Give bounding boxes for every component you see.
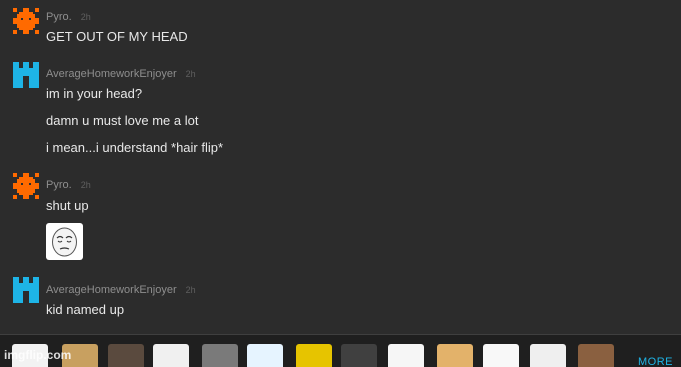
doge-meme-thumb[interactable] (437, 344, 473, 367)
crying-face-meme-thumb[interactable] (247, 344, 283, 367)
timestamp: 2h (185, 285, 196, 295)
timestamp: 2h (80, 12, 91, 22)
cyan-pixel-castle-icon[interactable] (13, 62, 39, 88)
message-text: i mean...i understand *hair flip* (46, 140, 224, 155)
rage-face-meme-thumb[interactable] (530, 344, 566, 367)
username-text[interactable]: AverageHomeworkEnjoyer (46, 68, 177, 80)
chat-area: Pyro. 2h GET OUT OF MY HEAD AverageHomewo… (0, 0, 681, 334)
username[interactable]: Pyro. 2h (46, 179, 91, 191)
message-text: GET OUT OF MY HEAD (46, 29, 188, 44)
timestamp: 2h (80, 180, 91, 190)
username-text[interactable]: AverageHomeworkEnjoyer (46, 284, 177, 296)
message-text: damn u must love me a lot (46, 113, 199, 128)
username[interactable]: AverageHomeworkEnjoyer 2h (46, 68, 196, 80)
rage-face-meme-thumb[interactable] (388, 344, 424, 367)
orange-pixel-sun-icon[interactable] (13, 173, 39, 199)
yellow-meme-thumb[interactable] (296, 344, 332, 367)
message-text: im in your head? (46, 86, 143, 101)
cyan-pixel-castle-icon[interactable] (13, 277, 39, 303)
username-text[interactable]: Pyro. (46, 179, 72, 191)
imgflip-watermark: imgflip.com (4, 348, 72, 362)
more-link[interactable]: MORE (638, 356, 673, 367)
message-text: shut up (46, 198, 89, 213)
username[interactable]: Pyro. 2h (46, 11, 91, 23)
message-text: kid named up (46, 302, 125, 317)
rage-face-meme-thumb[interactable] (153, 344, 189, 367)
username[interactable]: AverageHomeworkEnjoyer 2h (46, 284, 196, 296)
rage-face-meme-thumb[interactable] (483, 344, 519, 367)
username-text[interactable]: Pyro. (46, 11, 72, 23)
meme-picker-bar: MORE (0, 334, 681, 367)
orange-pixel-sun-icon[interactable] (13, 8, 39, 34)
sunglasses-meme-thumb[interactable] (341, 344, 377, 367)
timestamp: 2h (185, 69, 196, 79)
gray-meme-thumb[interactable] (202, 344, 238, 367)
man-meme-thumb[interactable] (578, 344, 614, 367)
okay-face-meme-image[interactable] (46, 223, 83, 260)
man-meme-thumb[interactable] (108, 344, 144, 367)
